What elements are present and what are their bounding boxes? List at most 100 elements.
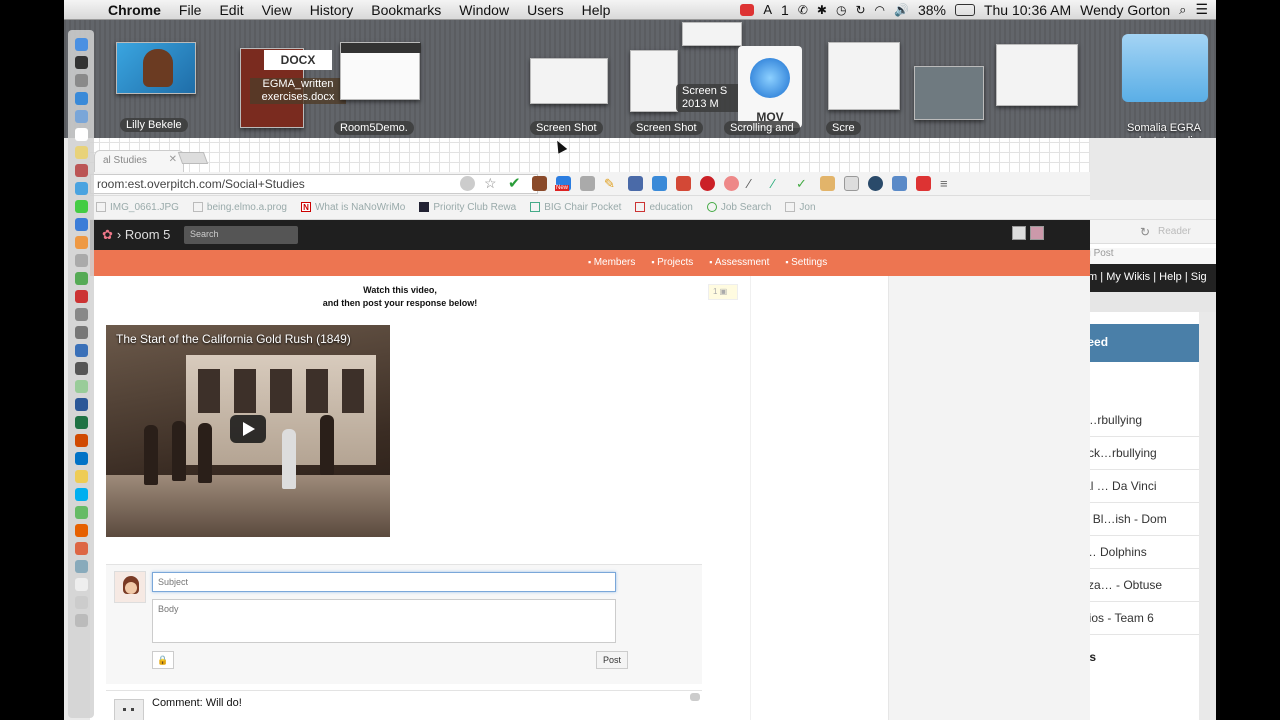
messages-icon[interactable] <box>74 182 88 195</box>
screen-capture-extension-icon[interactable] <box>652 176 667 191</box>
reload-icon[interactable]: ↻ <box>1140 225 1150 239</box>
video-thumbnail[interactable] <box>914 66 984 120</box>
googleplus-extension-icon[interactable] <box>676 176 691 191</box>
mission-control-icon[interactable] <box>74 74 88 87</box>
quicktime-icon[interactable] <box>74 344 88 357</box>
outlook-icon[interactable] <box>74 452 88 465</box>
powerpoint-icon[interactable] <box>74 434 88 447</box>
tab-close-icon[interactable]: ✕ <box>169 154 177 165</box>
circle-extension-icon[interactable] <box>868 176 883 191</box>
time-machine-icon[interactable]: ◷ <box>836 3 846 17</box>
bookmark-item[interactable]: N What is NaNoWriMo <box>300 202 405 213</box>
bluetooth-icon[interactable]: ✱ <box>817 3 827 17</box>
evernote-icon[interactable] <box>74 272 88 285</box>
battery-icon[interactable] <box>954 3 975 16</box>
chrome-icon[interactable] <box>74 236 88 249</box>
app-name-menu[interactable]: Chrome <box>94 2 170 18</box>
nav-members[interactable]: Members <box>588 257 636 268</box>
preview-icon[interactable] <box>74 254 88 267</box>
menu-help[interactable]: Help <box>573 2 620 18</box>
room5-thumbnail[interactable] <box>340 42 421 100</box>
downloads-icon[interactable] <box>74 380 88 393</box>
skype-icon[interactable] <box>74 488 88 501</box>
notes-icon[interactable] <box>74 146 88 159</box>
mov-file-icon[interactable]: MOV <box>738 46 802 128</box>
bookmark-item[interactable]: IMG_0661.JPG <box>96 202 179 213</box>
photo-thumbnail[interactable] <box>116 42 196 94</box>
square-extension-icon[interactable] <box>892 176 907 191</box>
instruction-badge[interactable]: 1 ▣ <box>708 284 738 300</box>
profile-avatar[interactable] <box>1030 226 1044 240</box>
menu-window[interactable]: Window <box>450 2 518 18</box>
post-button[interactable]: Post <box>596 651 628 669</box>
menu-view[interactable]: View <box>253 2 301 18</box>
pdf-icon[interactable] <box>74 290 88 303</box>
nav-assessment[interactable]: Assessment <box>709 257 769 268</box>
tools-icon[interactable] <box>74 308 88 321</box>
bookmark-item[interactable]: Job Search <box>706 202 771 213</box>
sync-icon[interactable]: ↻ <box>855 3 865 17</box>
pen-extension-icon[interactable]: ✎ <box>604 176 619 191</box>
eyedropper-icon[interactable]: ⁄ <box>748 176 763 191</box>
dashboard-icon[interactable] <box>74 56 88 69</box>
menu-bookmarks[interactable]: Bookmarks <box>362 2 450 18</box>
body-input[interactable] <box>152 599 616 643</box>
bookmark-item[interactable]: BIG Chair Pocket <box>530 202 621 213</box>
documents-folder-icon[interactable] <box>74 578 88 591</box>
grabber-extension-icon[interactable] <box>532 176 547 191</box>
bookmark-item[interactable]: education <box>635 202 693 213</box>
eye-extension-icon[interactable] <box>724 176 739 191</box>
room-search-input[interactable]: Search <box>184 226 298 244</box>
menu-icon[interactable]: ≡ <box>940 176 955 191</box>
firefox-icon[interactable] <box>74 524 88 537</box>
phone-icon[interactable]: ✆ <box>798 3 808 17</box>
screenshot-thumbnail-2[interactable] <box>630 50 678 112</box>
facetime-icon[interactable] <box>74 200 88 213</box>
clock-app-icon[interactable] <box>74 470 88 483</box>
notification-center-icon[interactable]: ☰ <box>1195 1 1208 18</box>
reader-button[interactable]: Reader <box>1158 226 1191 237</box>
nav-projects[interactable]: Projects <box>651 257 693 268</box>
clock[interactable]: Thu 10:36 AM <box>984 2 1071 18</box>
checkmark-extension-icon[interactable]: ✔ <box>508 176 523 191</box>
pinterest-icon[interactable] <box>700 176 715 191</box>
reply-icon[interactable] <box>690 693 700 701</box>
word-icon[interactable] <box>74 398 88 411</box>
trash-icon[interactable] <box>74 614 88 627</box>
safari-icon[interactable] <box>74 92 88 105</box>
battery-percent[interactable]: 38% <box>918 2 946 18</box>
subject-input[interactable] <box>152 572 616 592</box>
user-name[interactable]: Wendy Gorton <box>1080 2 1170 18</box>
excel-icon[interactable] <box>74 416 88 429</box>
grid-extension-icon[interactable] <box>628 176 643 191</box>
photos-icon[interactable] <box>74 164 88 177</box>
wifi-icon[interactable]: ◠ <box>875 3 885 17</box>
calendar-icon[interactable] <box>74 128 88 141</box>
volume-icon[interactable]: 🔊 <box>894 3 909 17</box>
bookmark-item[interactable]: Jon <box>785 202 816 213</box>
green-check-extension-icon[interactable]: ✓ <box>796 176 811 191</box>
recording-icon[interactable] <box>740 3 755 16</box>
room-title[interactable]: ✿ › Room 5 <box>102 227 170 243</box>
itunes-icon[interactable] <box>74 218 88 231</box>
copy-extension-icon[interactable] <box>844 176 859 191</box>
bookmark-item[interactable]: being.elmo.a.prog <box>192 202 287 213</box>
menu-file[interactable]: File <box>170 2 211 18</box>
mail-icon[interactable] <box>74 110 88 123</box>
bookmark-star-icon[interactable]: ☆ <box>484 176 499 191</box>
new-tab-button[interactable] <box>177 152 209 164</box>
video-title[interactable]: The Start of the California Gold Rush (1… <box>116 332 351 346</box>
bulb-icon[interactable] <box>460 176 475 191</box>
bag-extension-icon[interactable] <box>820 176 835 191</box>
eyedropper-alt-icon[interactable]: ⁄ <box>772 176 787 191</box>
help-icon[interactable] <box>74 596 88 609</box>
photo-booth-icon[interactable] <box>74 542 88 555</box>
report-thumbnail[interactable] <box>996 44 1078 106</box>
red-extension-icon[interactable] <box>916 176 931 191</box>
notifications-icon[interactable] <box>1012 226 1026 240</box>
document-thumbnail[interactable] <box>828 42 900 110</box>
nav-settings[interactable]: Settings <box>785 257 827 268</box>
screenshot-thumbnail-1[interactable] <box>530 58 608 104</box>
active-tab[interactable]: al Studies ✕ <box>94 150 184 172</box>
screenshot-2013-thumbnail[interactable] <box>682 22 742 46</box>
